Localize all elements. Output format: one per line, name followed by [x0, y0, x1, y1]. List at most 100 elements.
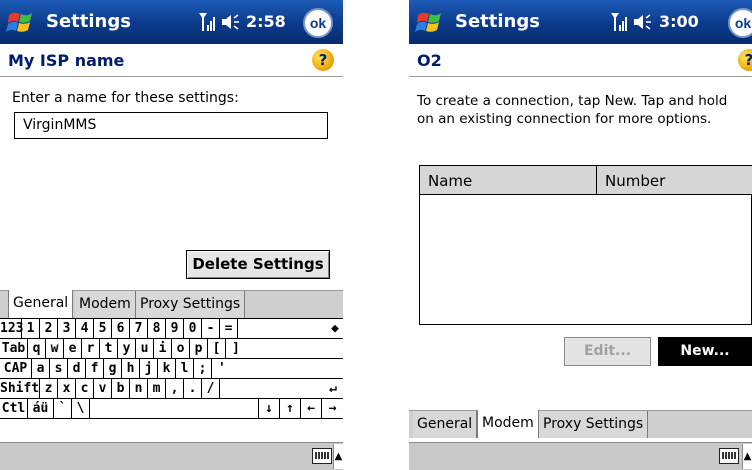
keyboard-row-3: CAP a s d f g h j k l ; ': [0, 359, 343, 379]
key[interactable]: z: [40, 379, 58, 399]
page-header: My ISP name ?: [0, 44, 343, 77]
tab-key[interactable]: Tab: [0, 339, 28, 359]
key[interactable]: 1: [22, 319, 40, 339]
key[interactable]: n: [130, 379, 148, 399]
caret-up-icon[interactable]: ▲: [742, 444, 752, 469]
keyboard-icon[interactable]: [312, 448, 332, 464]
key[interactable]: r: [82, 339, 100, 359]
key[interactable]: 9: [166, 319, 184, 339]
key[interactable]: 3: [58, 319, 76, 339]
key-123[interactable]: 123: [0, 319, 23, 339]
page-title: O2: [417, 51, 442, 70]
keyboard-icon[interactable]: [719, 448, 739, 464]
keyboard-row-2: Tab q w e r t y u i o p [ ]: [0, 339, 343, 359]
enter-key[interactable]: ↵: [220, 379, 343, 399]
key[interactable]: l: [176, 359, 194, 379]
speaker-icon[interactable]: [632, 12, 654, 32]
key[interactable]: u: [136, 339, 154, 359]
key[interactable]: y: [118, 339, 136, 359]
key[interactable]: 8: [148, 319, 166, 339]
tab-proxy-settings[interactable]: Proxy Settings: [539, 411, 649, 438]
key[interactable]: w: [46, 339, 64, 359]
tab-modem[interactable]: Modem: [477, 410, 539, 438]
key[interactable]: ': [212, 359, 343, 379]
tab-proxy-settings[interactable]: Proxy Settings: [136, 291, 246, 318]
key[interactable]: c: [76, 379, 94, 399]
settings-name-input[interactable]: VirginMMS: [14, 112, 328, 139]
column-header-name[interactable]: Name: [420, 166, 597, 195]
caret-up-icon[interactable]: ▲: [333, 444, 343, 469]
delete-settings-button[interactable]: Delete Settings: [186, 250, 330, 279]
accents-key[interactable]: áü: [28, 399, 54, 419]
key[interactable]: t: [100, 339, 118, 359]
key[interactable]: 6: [112, 319, 130, 339]
key[interactable]: 0: [184, 319, 202, 339]
tab-general[interactable]: General: [413, 411, 478, 438]
key[interactable]: 2: [40, 319, 58, 339]
clock[interactable]: 3:00: [659, 12, 699, 31]
key[interactable]: 4: [76, 319, 94, 339]
arrow-down-key[interactable]: ↓: [259, 399, 280, 419]
backspace-key[interactable]: ◆: [238, 319, 343, 339]
column-header-number[interactable]: Number: [597, 166, 752, 195]
arrow-right-key[interactable]: →: [322, 399, 343, 419]
windows-start-icon[interactable]: [415, 9, 449, 37]
key[interactable]: ;: [194, 359, 212, 379]
arrow-up-key[interactable]: ↑: [280, 399, 301, 419]
key[interactable]: 7: [130, 319, 148, 339]
key[interactable]: i: [154, 339, 172, 359]
key[interactable]: o: [172, 339, 190, 359]
key[interactable]: \: [72, 399, 90, 419]
signal-antenna-icon[interactable]: [197, 11, 217, 33]
key[interactable]: ]: [226, 339, 343, 359]
menu-bar: ▲: [0, 442, 343, 470]
key[interactable]: h: [122, 359, 140, 379]
key[interactable]: -: [202, 319, 220, 339]
key[interactable]: ,: [166, 379, 184, 399]
key[interactable]: s: [50, 359, 68, 379]
edit-button[interactable]: Edit...: [564, 337, 651, 366]
ctrl-key[interactable]: Ctl: [0, 399, 28, 419]
new-button[interactable]: New...: [658, 337, 752, 366]
key[interactable]: g: [104, 359, 122, 379]
shift-key[interactable]: Shift: [0, 379, 40, 399]
space-key[interactable]: [90, 399, 259, 419]
help-icon[interactable]: ?: [738, 49, 752, 71]
key[interactable]: b: [112, 379, 130, 399]
key[interactable]: a: [32, 359, 50, 379]
clock[interactable]: 2:58: [246, 12, 286, 31]
key[interactable]: =: [220, 319, 238, 339]
page-header: O2 ?: [409, 44, 752, 77]
tab-general[interactable]: General: [8, 290, 74, 318]
keyboard-row-4: Shift z x c v b n m , . / ↵: [0, 379, 343, 399]
arrow-left-key[interactable]: ←: [301, 399, 322, 419]
app-title: Settings: [455, 11, 540, 32]
name-prompt-label: Enter a name for these settings:: [12, 90, 239, 106]
speaker-icon[interactable]: [220, 12, 242, 32]
key[interactable]: 5: [94, 319, 112, 339]
key[interactable]: q: [28, 339, 46, 359]
key[interactable]: x: [58, 379, 76, 399]
key[interactable]: d: [68, 359, 86, 379]
signal-antenna-icon[interactable]: [609, 11, 629, 33]
help-icon[interactable]: ?: [312, 49, 334, 71]
key[interactable]: `: [54, 399, 72, 419]
windows-start-icon[interactable]: [6, 9, 40, 37]
tab-modem[interactable]: Modem: [75, 291, 136, 318]
key[interactable]: v: [94, 379, 112, 399]
key[interactable]: [: [208, 339, 226, 359]
keyboard-row-1: 123 1 2 3 4 5 6 7 8 9 0 - = ◆: [0, 319, 343, 339]
key[interactable]: /: [202, 379, 220, 399]
key[interactable]: .: [184, 379, 202, 399]
caps-lock-key[interactable]: CAP: [0, 359, 32, 379]
ok-button[interactable]: ok: [303, 8, 333, 38]
key[interactable]: f: [86, 359, 104, 379]
key[interactable]: j: [140, 359, 158, 379]
key[interactable]: e: [64, 339, 82, 359]
key[interactable]: p: [190, 339, 208, 359]
connection-instructions: To create a connection, tap New. Tap and…: [417, 93, 728, 127]
ok-button[interactable]: ok: [728, 8, 752, 38]
key[interactable]: m: [148, 379, 166, 399]
key[interactable]: k: [158, 359, 176, 379]
connections-list[interactable]: Name Number: [419, 165, 752, 325]
